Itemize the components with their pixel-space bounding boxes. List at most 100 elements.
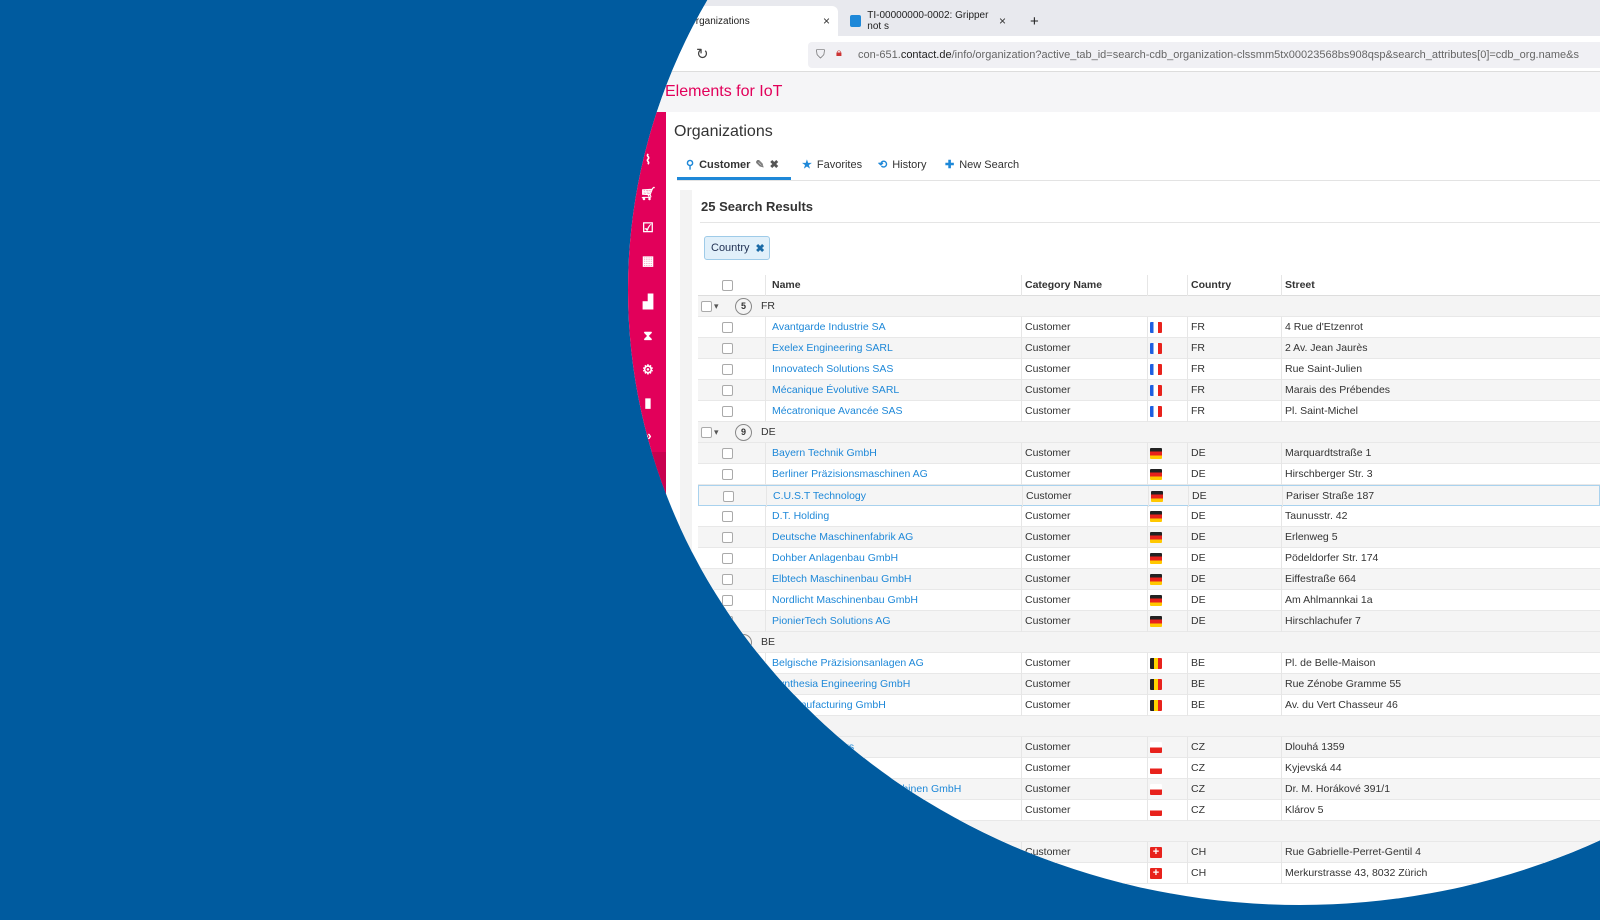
group-by-chip[interactable]: Country ✖ bbox=[704, 236, 770, 260]
close-icon[interactable]: × bbox=[999, 14, 1006, 28]
row-checkbox[interactable] bbox=[722, 385, 733, 396]
row-checkbox[interactable] bbox=[722, 595, 733, 606]
close-icon[interactable]: ✖ bbox=[770, 158, 779, 171]
url-field[interactable]: ⛉ 🔒︎ con-651. contact.de/info/organizatio… bbox=[808, 42, 1600, 68]
organization-name-link[interactable]: Dohber Anlagenbau GmbH bbox=[772, 548, 898, 569]
organization-name-link[interactable]: Deutsche Maschinenfabrik AG bbox=[772, 527, 913, 548]
row-checkbox[interactable] bbox=[722, 742, 733, 753]
row-checkbox[interactable] bbox=[722, 448, 733, 459]
edit-icon[interactable]: ✎ bbox=[755, 158, 764, 171]
organization-name-link[interactable]: GmbH bbox=[791, 758, 821, 779]
group-row[interactable]: ▾ 5 FR bbox=[698, 296, 1600, 317]
table-row[interactable]: Mécatronique Avancée SAS Customer FR Pl. Sa… bbox=[698, 401, 1600, 422]
row-checkbox[interactable] bbox=[722, 700, 733, 711]
organization-name-link[interactable]: D.T. Holding bbox=[772, 506, 829, 527]
row-checkbox[interactable] bbox=[722, 553, 733, 564]
row-checkbox[interactable] bbox=[722, 616, 733, 627]
tab-favorites[interactable]: ★ Favorites bbox=[802, 158, 862, 172]
table-row[interactable]: Nordlicht Maschinenbau GmbH Customer DE Am … bbox=[698, 590, 1600, 611]
row-checkbox[interactable] bbox=[722, 469, 733, 480]
organization-name-link[interactable]: Bayern Technik GmbH bbox=[772, 443, 877, 464]
table-row[interactable]: GmbH Customer CZ Kyjevská 44 bbox=[698, 758, 1600, 779]
select-all-checkbox[interactable] bbox=[722, 280, 733, 291]
organization-name-link[interactable]: PionierTech Solutions AG bbox=[772, 611, 890, 632]
table-row[interactable]: Elbtech Maschinenbau GmbH Customer DE Eiffe… bbox=[698, 569, 1600, 590]
table-row[interactable]: aschinen GmbH Customer CZ Dr. M. Horákové 3… bbox=[698, 779, 1600, 800]
organization-name-link[interactable]: Belgische Präzisionsanlagen AG bbox=[772, 653, 924, 674]
table-row[interactable]: Synthesia Engineering GmbH Customer BE Rue … bbox=[698, 674, 1600, 695]
row-checkbox[interactable] bbox=[722, 763, 733, 774]
row-checkbox[interactable] bbox=[722, 847, 733, 858]
chevron-down-icon[interactable]: ▾ bbox=[714, 632, 719, 653]
table-row[interactable]: Exelex Engineering SARL Customer FR 2 Av. J… bbox=[698, 338, 1600, 359]
group-checkbox[interactable] bbox=[701, 427, 712, 438]
table-row[interactable]: D.T. Holding Customer DE Taunusstr. 42 bbox=[698, 506, 1600, 527]
chevron-down-icon[interactable]: ▾ bbox=[714, 296, 719, 317]
row-checkbox[interactable] bbox=[722, 868, 733, 879]
table-row[interactable]: Mécanique Évolutive SARL Customer FR Marais… bbox=[698, 380, 1600, 401]
browser-tab-organizations[interactable]: Organizations × bbox=[628, 6, 838, 36]
group-checkbox[interactable] bbox=[701, 301, 712, 312]
bookmark-icon[interactable]: ⧗ bbox=[640, 328, 656, 344]
row-checkbox[interactable] bbox=[723, 491, 734, 502]
table-row[interactable]: Dohber Anlagenbau GmbH Customer DE Pödeldor… bbox=[698, 548, 1600, 569]
table-row[interactable]: Customer + CH Rue Gabrielle-Perret-Gentil 4 bbox=[698, 842, 1600, 863]
chevron-down-icon[interactable]: ▾ bbox=[714, 422, 719, 443]
group-checkbox[interactable] bbox=[701, 721, 712, 732]
table-row[interactable]: Deutsche Maschinenfabrik AG Customer DE Erl… bbox=[698, 527, 1600, 548]
table-row[interactable]: C.U.S.T Technology Customer DE Pariser Stra… bbox=[698, 485, 1600, 507]
column-header[interactable]: Street bbox=[1285, 275, 1315, 296]
table-row[interactable]: hinery Works Customer CZ Dlouhá 1359 bbox=[698, 737, 1600, 758]
table-row[interactable]: Bayern Technik GmbH Customer DE Marquardtst… bbox=[698, 443, 1600, 464]
organization-name-link[interactable]: ex Manufacturing GmbH bbox=[772, 695, 886, 716]
browser-tab-ticket[interactable]: TI-00000000-0002: Gripper not s × bbox=[842, 6, 1012, 36]
table-row[interactable]: Avantgarde Industrie SA Customer FR 4 Rue d… bbox=[698, 317, 1600, 338]
organization-name-link[interactable]: Avantgarde Industrie SA bbox=[772, 317, 886, 338]
row-checkbox[interactable] bbox=[722, 805, 733, 816]
organization-name-link[interactable]: Nordlicht Maschinenbau GmbH bbox=[772, 590, 918, 611]
document-icon[interactable]: ▮ bbox=[640, 395, 656, 411]
chart-icon[interactable]: ▟ bbox=[640, 294, 656, 310]
remove-icon[interactable]: ✖ bbox=[756, 242, 765, 255]
table-row[interactable]: ex Manufacturing GmbH Customer BE Av. du Ve… bbox=[698, 695, 1600, 716]
row-checkbox[interactable] bbox=[722, 343, 733, 354]
column-header[interactable]: Name bbox=[772, 275, 801, 296]
row-checkbox[interactable] bbox=[722, 406, 733, 417]
service-icon[interactable]: ⚙ bbox=[640, 362, 656, 378]
tab-history[interactable]: ⟲ History bbox=[878, 158, 926, 172]
tab-new-search[interactable]: ✚ New Search bbox=[945, 158, 1019, 172]
organization-name-link[interactable]: aschinen GmbH bbox=[886, 779, 961, 800]
table-row[interactable]: Customer CZ Klárov 5 bbox=[698, 800, 1600, 821]
organization-name-link[interactable]: Mécanique Évolutive SARL bbox=[772, 380, 899, 401]
organization-name-link[interactable]: Synthesia Engineering GmbH bbox=[772, 674, 910, 695]
checklist-icon[interactable]: ☑ bbox=[640, 220, 656, 236]
table-row[interactable]: Belgische Präzisionsanlagen AG Customer BE… bbox=[698, 653, 1600, 674]
tab-customer[interactable]: ⚲ Customer ✎ ✖ bbox=[686, 158, 779, 172]
row-checkbox[interactable] bbox=[722, 532, 733, 543]
shield-icon[interactable]: ⛉ bbox=[816, 47, 825, 62]
table-row[interactable]: Customer + CH Merkurstrasse 43, 8032 Zürich bbox=[698, 863, 1600, 884]
table-row[interactable]: PionierTech Solutions AG Customer DE Hirsch… bbox=[698, 611, 1600, 632]
group-checkbox[interactable] bbox=[701, 826, 712, 837]
new-tab-button[interactable]: + bbox=[1022, 6, 1047, 36]
expand-icon[interactable]: » bbox=[640, 428, 656, 444]
reload-icon[interactable]: ↻ bbox=[696, 45, 709, 63]
row-checkbox[interactable] bbox=[722, 679, 733, 690]
organization-name-link[interactable]: Mécatronique Avancée SAS bbox=[772, 401, 903, 422]
organization-name-link[interactable]: C.U.S.T Technology bbox=[773, 486, 866, 507]
group-row[interactable]: ▾ 9 DE bbox=[698, 422, 1600, 443]
group-row[interactable] bbox=[698, 716, 1600, 737]
organization-name-link[interactable]: Berliner Präzisionsmaschinen AG bbox=[772, 464, 928, 485]
cart-icon[interactable]: 🛒︎ bbox=[640, 186, 657, 202]
table-icon[interactable]: ▦ bbox=[640, 253, 656, 269]
column-header[interactable]: Category Name bbox=[1025, 275, 1102, 296]
table-row[interactable]: Innovatech Solutions SAS Customer FR Rue Sa… bbox=[698, 359, 1600, 380]
column-header[interactable]: Country bbox=[1191, 275, 1231, 296]
organization-name-link[interactable]: hinery Works bbox=[793, 737, 854, 758]
pulse-icon[interactable]: ⌇ bbox=[640, 152, 656, 168]
row-checkbox[interactable] bbox=[722, 784, 733, 795]
organization-name-link[interactable]: Innovatech Solutions SAS bbox=[772, 359, 893, 380]
lock-icon[interactable]: 🔒︎ bbox=[836, 47, 842, 60]
brand-title[interactable]: Elements for IoT bbox=[665, 83, 782, 101]
group-checkbox[interactable] bbox=[701, 637, 712, 648]
